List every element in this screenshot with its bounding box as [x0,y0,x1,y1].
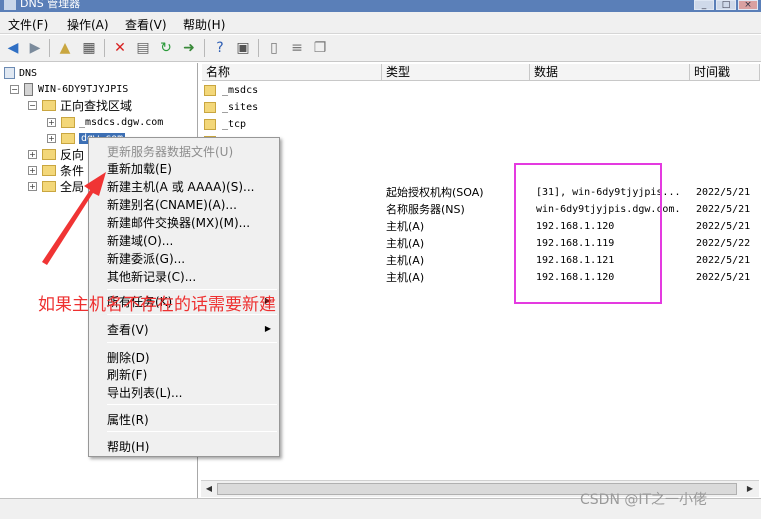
annotation-arrow [42,172,106,265]
watermark: CSDN @IT之一小佬 [580,492,708,508]
annotation-text: 如果主机名不存在的话需要新建 [38,295,276,315]
